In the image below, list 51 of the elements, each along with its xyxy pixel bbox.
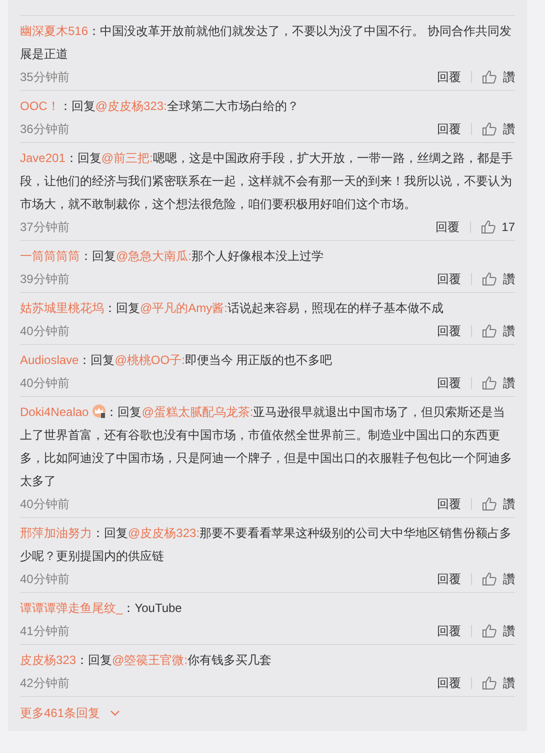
reply-button[interactable]: 回覆 xyxy=(437,322,461,340)
thumbs-up-icon xyxy=(482,122,497,136)
thumbs-up-icon xyxy=(482,572,497,586)
like-button[interactable]: 讚 xyxy=(482,495,515,513)
comment-text: 邢萍加油努力：回复@皮皮杨323:那要不要看看苹果这种级别的公司大中华地区销售份额占多少呢？更别提国内的供应链 xyxy=(20,525,513,565)
reply-button[interactable]: 回覆 xyxy=(437,570,461,588)
comment-time: 40分钟前 xyxy=(20,323,70,340)
reply-button[interactable]: 回覆 xyxy=(437,622,461,640)
like-button[interactable]: 讚 xyxy=(482,68,515,86)
like-button[interactable]: 讚 xyxy=(482,270,515,288)
comment-text: 姑苏城里桃花坞：回复@平凡的Amy酱:话说起来容易，照现在的样子基本做不成 xyxy=(20,300,445,317)
like-button[interactable]: 讚 xyxy=(482,570,515,588)
like-button[interactable]: 17 xyxy=(480,218,515,236)
comment-text: Doki4Nealao ：回复@蛋糕太腻配乌龙茶:亚马逊很早就退出中国市场了，但贝索斯还是当上了世界首富，还有谷歌也没有中国市场，市值依然全世界前三。制造业中国出口的东西更多，比如阿迪没了中国市场，只是阿迪一个牌子，但是中国出口的衣服鞋子包包比一个阿迪多太多了 xyxy=(20,403,513,490)
comment-time: 35分钟前 xyxy=(20,69,70,86)
reply-button[interactable]: 回覆 xyxy=(437,495,461,513)
thumbs-up-icon xyxy=(482,676,497,690)
like-button[interactable]: 讚 xyxy=(482,622,515,640)
comment-time: 40分钟前 xyxy=(20,496,70,513)
comment-text: 一筒筒筒筒：回复@急急大南瓜:那个人好像根本没上过学 xyxy=(20,248,325,265)
comment-text: OOC！：回复@皮皮杨323:全球第二大市场白给的？ xyxy=(20,98,300,115)
comment-time: 40分钟前 xyxy=(20,375,70,392)
comment-text: Audioslave：回复@桃桃OO子:即便当今 用正版的也不多吧 xyxy=(20,352,334,369)
comment-time: 41分钟前 xyxy=(20,623,70,640)
reply-button[interactable]: 回覆 xyxy=(437,374,461,392)
comment-text: 谭谭谭弹走鱼尾纹_：YouTube xyxy=(20,600,183,617)
like-button[interactable]: 讚 xyxy=(482,322,515,340)
thumbs-up-icon xyxy=(482,272,497,286)
reply-button[interactable]: 回覆 xyxy=(437,674,461,692)
comment-time: 36分钟前 xyxy=(20,121,70,138)
chevron-down-icon xyxy=(110,710,120,716)
like-button[interactable]: 讚 xyxy=(482,674,515,692)
comment-time: 39分钟前 xyxy=(20,271,70,288)
thumbs-up-icon xyxy=(482,376,497,390)
thumbs-up-icon xyxy=(482,497,497,511)
comment-text: 皮皮杨323：回复@箜篌王官微:你有钱多买几套 xyxy=(20,652,273,669)
reply-button[interactable]: 回覆 xyxy=(437,270,461,288)
comment-time: 42分钟前 xyxy=(20,675,70,692)
comment-text: 幽深夏木516：中国没改革开放前就他们就发达了，不要以为没了中国不行。 协同合作共同发展是正道 xyxy=(20,23,512,63)
thumbs-up-icon xyxy=(482,324,497,338)
comment-time: 37分钟前 xyxy=(20,219,70,236)
reply-button[interactable]: 回覆 xyxy=(437,68,461,86)
thumbs-up-icon xyxy=(482,624,497,638)
like-button[interactable]: 讚 xyxy=(482,374,515,392)
thumbs-up-icon xyxy=(482,70,497,84)
comment-text: Jave201：回复@前三把:嗯嗯，这是中国政府手段，扩大开放，一带一路，丝绸之路，都是手段，让他们的经济与我们紧密联系在一起，这样就不会有那一天的到来！我所以说，不要认为市场大，就不敢制裁你，这个想法很危险，咱们要积极用好咱们这个市场。 xyxy=(20,150,514,213)
reply-button[interactable]: 回覆 xyxy=(437,120,461,138)
thumbs-up-icon xyxy=(480,220,496,234)
comment-time: 40分钟前 xyxy=(20,571,70,588)
like-button[interactable]: 讚 xyxy=(482,120,515,138)
reply-button[interactable]: 回覆 xyxy=(436,218,460,236)
